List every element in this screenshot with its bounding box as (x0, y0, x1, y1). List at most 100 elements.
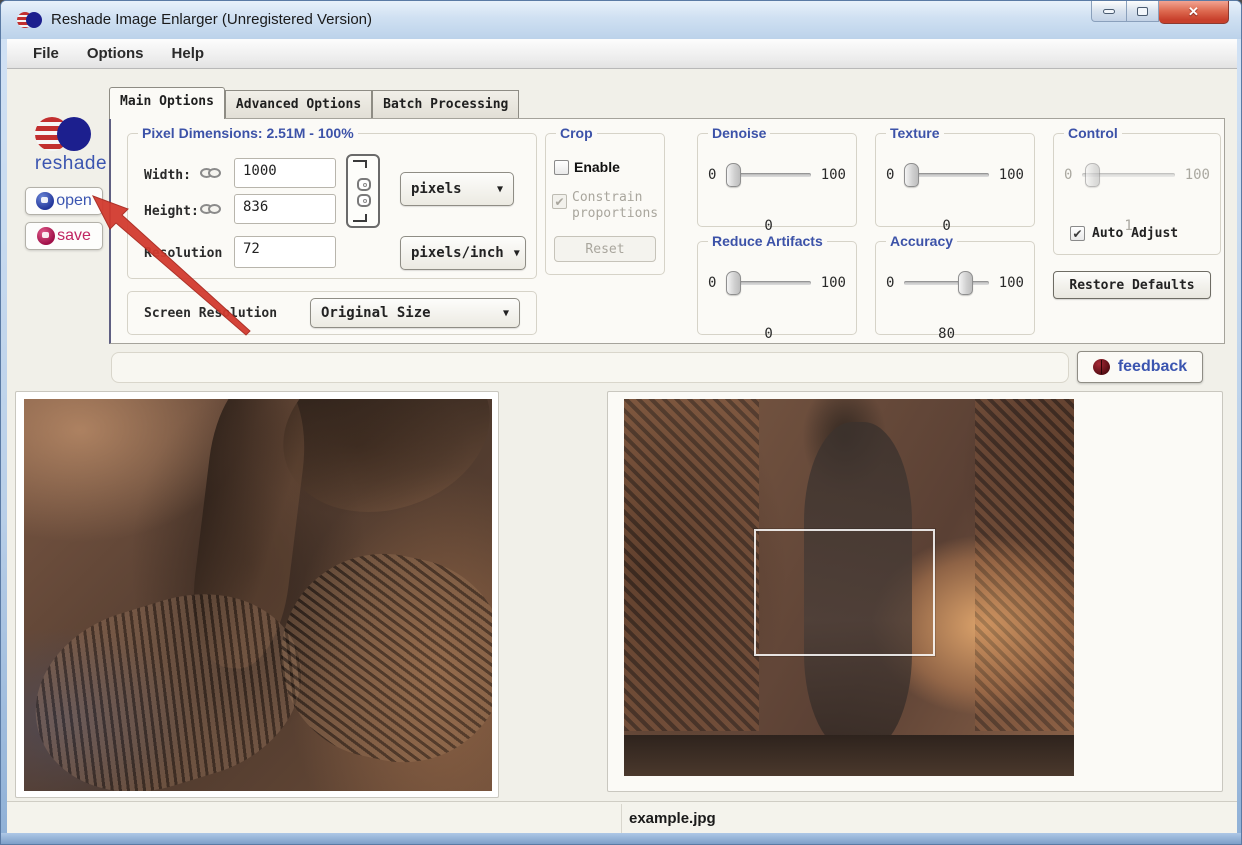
accuracy-slider-thumb[interactable] (958, 271, 974, 295)
control-title: Control (1064, 125, 1122, 141)
title-bar[interactable]: Reshade Image Enlarger (Unregistered Ver… (1, 1, 1241, 39)
app-logo-icon (17, 10, 43, 30)
zoom-selection-rectangle[interactable] (754, 529, 935, 656)
chain-ring-bottom-icon (357, 194, 371, 207)
crop-enable-label: Enable (574, 159, 620, 175)
reduce-artifacts-group: Reduce Artifacts 0 0 100 (697, 233, 857, 342)
screen-resolution-dropdown[interactable]: Original Size ▼ (310, 298, 520, 328)
control-max-label: 100 (1184, 167, 1210, 183)
constrain-proportions-checkbox[interactable]: ✔ (552, 194, 567, 209)
constrain-proportions-label: Constrain proportions (572, 190, 659, 222)
ladybug-icon (1092, 359, 1110, 375)
texture-title: Texture (886, 125, 944, 141)
status-bar: example.jpg (7, 801, 1237, 835)
open-button[interactable]: open (25, 187, 103, 215)
width-label: Width: (144, 168, 191, 183)
feedback-button[interactable]: feedback (1077, 351, 1203, 383)
carving-ornament-right (975, 399, 1074, 731)
feedback-label: feedback (1117, 358, 1188, 375)
app-window: Reshade Image Enlarger (Unregistered Ver… (0, 0, 1242, 845)
screen-resolution-label: Screen Resolution (144, 306, 278, 321)
zoomed-preview-panel (15, 391, 499, 798)
screen-resolution-value: Original Size (321, 305, 431, 321)
denoise-value: 0 (764, 218, 773, 234)
tab-bar: Main Options Advanced Options Batch Proc… (109, 87, 520, 119)
resolution-unit-dropdown[interactable]: pixels/inch ▼ (400, 236, 526, 270)
window-title: Reshade Image Enlarger (Unregistered Ver… (51, 11, 372, 28)
accuracy-group: Accuracy 0 80 100 (875, 233, 1035, 342)
open-icon (36, 192, 55, 210)
resolution-input[interactable]: 72 (234, 236, 336, 268)
height-input[interactable]: 836 (234, 194, 336, 224)
resolution-label: Resolution (144, 246, 223, 261)
crop-reset-button[interactable]: Reset (554, 236, 656, 262)
minimize-icon (1103, 8, 1115, 14)
close-button[interactable]: ✕ (1159, 1, 1229, 24)
texture-min-label: 0 (886, 167, 895, 183)
accuracy-min-label: 0 (886, 275, 895, 291)
denoise-slider-thumb[interactable] (726, 163, 742, 187)
accuracy-slider-track[interactable] (904, 281, 989, 285)
height-chain-link-icon (200, 204, 222, 216)
save-icon (37, 227, 56, 245)
texture-group: Texture 0 0 100 (875, 125, 1035, 234)
pixels-unit-dropdown[interactable]: pixels ▼ (400, 172, 514, 206)
width-chain-link-icon (200, 168, 222, 180)
denoise-group: Denoise 0 0 100 (697, 125, 857, 234)
save-label: save (57, 227, 91, 244)
window-bottom-border (1, 833, 1241, 844)
resolution-unit-value: pixels/inch (411, 245, 504, 261)
restore-defaults-button[interactable]: Restore Defaults (1053, 271, 1211, 299)
window-controls: ✕ (1091, 1, 1229, 24)
maximize-button[interactable] (1127, 1, 1159, 22)
denoise-min-label: 0 (708, 167, 717, 183)
reduce-artifacts-slider-thumb[interactable] (726, 271, 742, 295)
screen-resolution-group: Screen Resolution Original Size ▼ (127, 291, 537, 335)
control-min-label: 0 (1064, 167, 1073, 183)
reshade-wordmark: reshade (34, 153, 108, 174)
texture-slider-thumb[interactable] (904, 163, 920, 187)
height-label: Height: (144, 204, 199, 219)
pixel-dimensions-title: Pixel Dimensions: 2.51M - 100% (138, 125, 358, 141)
zoomed-preview-image[interactable] (24, 399, 492, 791)
control-group: Control 0 1 100 ✔ Auto Adjust (1053, 125, 1221, 255)
stone-fold-shape (262, 534, 492, 781)
minimize-button[interactable] (1091, 1, 1127, 22)
width-input[interactable]: 1000 (234, 158, 336, 188)
crop-group: Crop Enable ✔ Constrain proportions Reset (545, 125, 665, 275)
link-bracket-top (353, 160, 367, 168)
constrain-link-widget[interactable] (346, 154, 380, 228)
main-options-panel: Pixel Dimensions: 2.51M - 100% Width: 10… (109, 118, 1225, 344)
auto-adjust-label: Auto Adjust (1092, 226, 1179, 241)
full-preview-image[interactable] (624, 399, 1074, 776)
auto-adjust-checkbox[interactable]: ✔ (1070, 226, 1085, 241)
chain-ring-top-icon (357, 178, 371, 191)
pixels-unit-value: pixels (411, 181, 462, 197)
tab-batch-processing[interactable]: Batch Processing (372, 90, 520, 119)
link-bracket-bottom (353, 214, 367, 222)
logo-navy-circle (26, 12, 42, 28)
status-filename: example.jpg (629, 810, 716, 827)
control-slider-thumb (1084, 163, 1100, 187)
accuracy-title: Accuracy (886, 233, 958, 249)
reduce-artifacts-value: 0 (764, 326, 773, 342)
reduce-artifacts-max-label: 100 (820, 275, 846, 291)
texture-max-label: 100 (998, 167, 1024, 183)
menu-help[interactable]: Help (160, 42, 217, 65)
menu-file[interactable]: File (21, 42, 71, 65)
tab-main-options[interactable]: Main Options (109, 87, 225, 119)
crop-title: Crop (556, 125, 597, 141)
maximize-icon (1137, 6, 1148, 16)
accuracy-max-label: 100 (998, 275, 1024, 291)
pixel-dimensions-group: Pixel Dimensions: 2.51M - 100% Width: 10… (127, 125, 537, 279)
reshade-logo-navy-circle (57, 117, 91, 151)
status-bar-divider (621, 804, 622, 834)
progress-bar (111, 352, 1069, 383)
denoise-title: Denoise (708, 125, 771, 141)
carving-ornament-left (624, 399, 759, 731)
save-button[interactable]: save (25, 222, 103, 250)
menu-bar: File Options Help (7, 39, 1237, 69)
crop-enable-checkbox[interactable] (554, 160, 569, 175)
menu-options[interactable]: Options (75, 42, 156, 65)
tab-advanced-options[interactable]: Advanced Options (224, 90, 373, 119)
